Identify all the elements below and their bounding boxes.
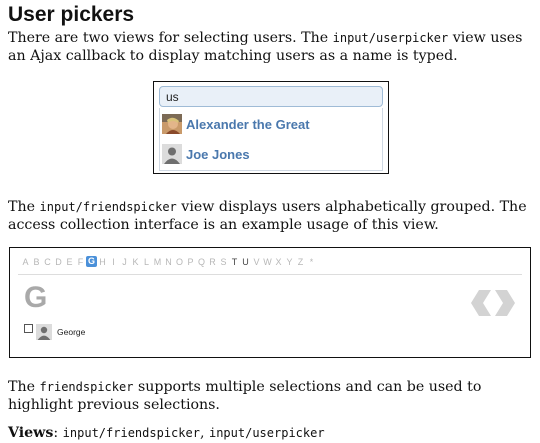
alphabet-letter-c[interactable]: C <box>42 257 53 267</box>
alphabet-letter-x[interactable]: X <box>273 257 284 267</box>
alphabet-letter-i[interactable]: I <box>108 257 119 267</box>
alphabet-letter-g[interactable]: G <box>86 256 97 267</box>
alphabet-letter-v[interactable]: V <box>251 257 262 267</box>
friendspicker-widget: A B C D E F G H I J K L M N O P Q R S T U V W X Y Z * G George <box>9 247 531 358</box>
alphabet-letter-n[interactable]: N <box>163 257 174 267</box>
alphabet-letter-all[interactable]: * <box>306 257 317 267</box>
friend-list-item[interactable]: George <box>24 323 86 340</box>
prev-next-arrows-icon[interactable] <box>469 288 517 318</box>
alphabet-letter-y[interactable]: Y <box>284 257 295 267</box>
desc-text-start: The <box>8 199 40 215</box>
alphabet-letter-p[interactable]: P <box>185 257 196 267</box>
alphabet-letter-l[interactable]: L <box>141 257 152 267</box>
alphabet-letter-j[interactable]: J <box>119 257 130 267</box>
current-letter-heading: G <box>24 281 48 314</box>
alphabet-letter-o[interactable]: O <box>174 257 185 267</box>
section-heading: User pickers <box>8 3 135 26</box>
alphabet-letter-e[interactable]: E <box>64 257 75 267</box>
alphabet-letter-k[interactable]: K <box>130 257 141 267</box>
userpicker-results-list: Alexander the Great Joe Jones <box>159 108 383 171</box>
alphabet-letter-u[interactable]: U <box>240 257 251 267</box>
userpicker-search-input[interactable] <box>159 86 383 107</box>
userpicker-result-item[interactable]: Joe Jones <box>162 140 380 168</box>
profile-photo-icon <box>162 114 182 134</box>
closing-code-friendspicker: friendspicker <box>39 380 134 394</box>
views-item-userpicker: input/userpicker <box>208 426 325 440</box>
alphabet-letter-w[interactable]: W <box>262 257 273 267</box>
friend-name: George <box>57 327 86 337</box>
result-name: Joe Jones <box>186 146 250 162</box>
alphabet-letter-t[interactable]: T <box>229 257 240 267</box>
closing-paragraph: The friendspicker supports multiple sele… <box>8 378 532 414</box>
alphabet-nav: A B C D E F G H I J K L M N O P Q R S T U V W X Y Z * <box>20 256 317 267</box>
desc-code-friendspicker: input/friendspicker <box>39 200 177 214</box>
intro-text-start: There are two views for selecting users.… <box>8 30 333 46</box>
alphabet-divider <box>18 274 522 275</box>
alphabet-letter-z[interactable]: Z <box>295 257 306 267</box>
userpicker-widget: Alexander the Great Joe Jones <box>153 81 389 174</box>
user-silhouette-icon <box>162 144 182 164</box>
alphabet-letter-r[interactable]: R <box>207 257 218 267</box>
views-join: , <box>199 425 209 441</box>
alphabet-letter-d[interactable]: D <box>53 257 64 267</box>
friend-checkbox[interactable] <box>24 323 33 333</box>
alphabet-letter-s[interactable]: S <box>218 257 229 267</box>
intro-code-userpicker: input/userpicker <box>332 31 449 45</box>
alphabet-letter-m[interactable]: M <box>152 257 163 267</box>
views-label: Views <box>8 425 54 441</box>
alphabet-letter-a[interactable]: A <box>20 257 31 267</box>
alphabet-letter-q[interactable]: Q <box>196 257 207 267</box>
closing-text-start: The <box>8 379 40 395</box>
views-item-friendspicker: input/friendspicker <box>62 426 200 440</box>
views-line: Views: input/friendspicker, input/userpi… <box>8 424 325 442</box>
alphabet-letter-f[interactable]: F <box>75 257 86 267</box>
user-silhouette-icon <box>36 324 52 340</box>
views-separator: : <box>53 425 63 441</box>
intro-paragraph: There are two views for selecting users.… <box>8 29 532 65</box>
friendspicker-description: The input/friendspicker view displays us… <box>8 198 532 234</box>
userpicker-result-item[interactable]: Alexander the Great <box>162 110 380 138</box>
result-name: Alexander the Great <box>186 116 310 132</box>
alphabet-letter-b[interactable]: B <box>31 257 42 267</box>
alphabet-letter-h[interactable]: H <box>97 257 108 267</box>
